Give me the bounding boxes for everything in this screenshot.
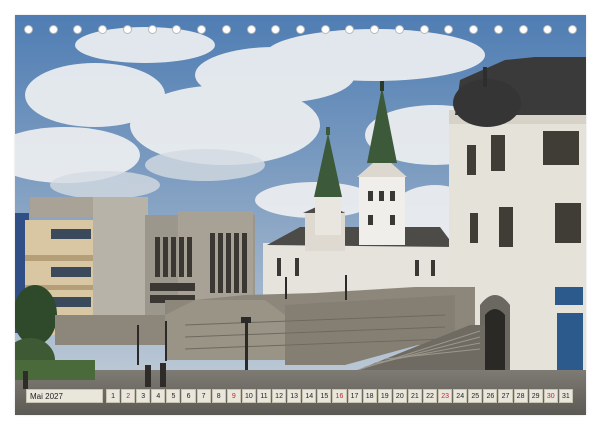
calendar-photo bbox=[15, 15, 586, 415]
day-cell: 10 bbox=[241, 389, 256, 403]
day-cell: 9 bbox=[226, 389, 241, 403]
day-cell: 18 bbox=[362, 389, 377, 403]
binding-ring bbox=[98, 25, 108, 34]
binding-ring bbox=[197, 25, 207, 34]
binding-ring bbox=[568, 25, 577, 34]
day-cell: 22 bbox=[422, 389, 438, 403]
binding-ring bbox=[48, 25, 58, 34]
calendar-page: Mai 2027 1 2 3 4 5 6 7 8 9 10 11 12 13 14 15 16 17 18 19 20… bbox=[15, 15, 586, 415]
day-cell: 30 bbox=[543, 389, 558, 403]
day-cell: 25 bbox=[468, 389, 483, 403]
binding-ring bbox=[246, 25, 256, 34]
day-cell: 29 bbox=[528, 389, 543, 403]
binding-ring bbox=[419, 25, 429, 34]
day-cell: 23 bbox=[438, 389, 453, 403]
day-cells: 1 2 3 4 5 6 7 8 9 10 11 12 13 14 15 16 17 18 19 20 21 22 23 24 2… bbox=[105, 389, 573, 403]
binding-ring bbox=[493, 25, 503, 34]
binding-ring bbox=[271, 25, 281, 34]
binding-ring bbox=[172, 25, 182, 34]
day-cell: 15 bbox=[317, 389, 332, 403]
day-cell: 1 bbox=[106, 389, 121, 403]
day-cell: 12 bbox=[272, 389, 287, 403]
day-cell: 6 bbox=[181, 389, 196, 403]
binding-ring bbox=[394, 25, 404, 34]
binding-ring bbox=[345, 25, 355, 34]
day-cell: 28 bbox=[513, 389, 528, 403]
day-cell: 26 bbox=[483, 389, 498, 403]
day-cell: 7 bbox=[196, 389, 211, 403]
month-label: Mai 2027 bbox=[26, 389, 103, 403]
day-cell: 21 bbox=[407, 389, 422, 403]
day-cell: 13 bbox=[287, 389, 302, 403]
binding-ring bbox=[320, 25, 330, 34]
day-cell: 14 bbox=[302, 389, 317, 403]
binding-ring bbox=[24, 25, 33, 34]
day-cell: 17 bbox=[347, 389, 362, 403]
day-cell: 11 bbox=[256, 389, 272, 403]
day-cell: 16 bbox=[332, 389, 347, 403]
day-cell: 19 bbox=[377, 389, 392, 403]
day-cell: 4 bbox=[151, 389, 166, 403]
day-cell: 5 bbox=[166, 389, 181, 403]
day-cell: 3 bbox=[136, 389, 151, 403]
day-cell: 20 bbox=[392, 389, 407, 403]
binding-ring bbox=[122, 25, 132, 34]
binding-ring bbox=[543, 25, 553, 34]
day-cell: 24 bbox=[453, 389, 468, 403]
spiral-binding bbox=[15, 25, 586, 39]
binding-ring bbox=[296, 25, 305, 34]
day-cell: 2 bbox=[121, 389, 136, 403]
day-cell: 8 bbox=[211, 389, 226, 403]
binding-ring bbox=[221, 25, 231, 34]
binding-ring bbox=[469, 25, 479, 34]
binding-ring bbox=[73, 25, 83, 34]
binding-ring bbox=[147, 25, 157, 34]
binding-ring bbox=[444, 25, 454, 34]
day-cell: 27 bbox=[498, 389, 513, 403]
binding-ring bbox=[370, 25, 380, 34]
binding-ring bbox=[518, 25, 528, 34]
calendar-date-strip: Mai 2027 1 2 3 4 5 6 7 8 9 10 11 12 13 14 15 16 17 18 19 20… bbox=[26, 389, 573, 403]
day-cell: 31 bbox=[558, 389, 573, 403]
